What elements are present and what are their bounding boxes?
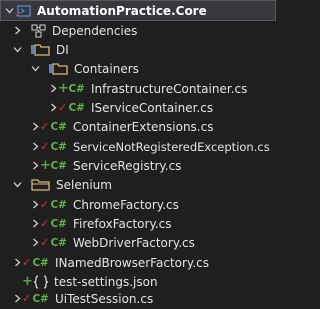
chevron-right-icon[interactable] — [48, 102, 58, 114]
chevron-right-icon[interactable] — [12, 257, 22, 269]
tree-item-folder-di[interactable]: DI — [0, 39, 284, 60]
tree-item-label: WebDriverFactory.cs — [73, 235, 195, 250]
tree-item-file[interactable]: ✓ C# FirefoxFactory.cs — [0, 213, 302, 234]
dependencies-icon — [31, 24, 47, 38]
tree-item-label: IServiceContainer.cs — [91, 100, 214, 115]
csharp-file-icon: C# — [32, 292, 49, 305]
added-icon: + — [40, 157, 51, 173]
tree-item-file[interactable]: + C# ServiceRegistry.cs — [0, 155, 302, 176]
csharp-file-icon: C# — [50, 198, 67, 211]
chevron-down-icon[interactable] — [12, 179, 22, 191]
chevron-right-icon[interactable] — [12, 293, 22, 305]
modified-icon: ✓ — [58, 100, 68, 114]
tree-item-label: ChromeFactory.cs — [73, 197, 179, 212]
tree-item-label: UiTestSession.cs — [55, 291, 154, 306]
modified-icon: ✓ — [40, 119, 50, 133]
chevron-right-icon[interactable] — [30, 160, 40, 172]
chevron-right-icon[interactable] — [30, 218, 40, 230]
chevron-right-icon[interactable] — [48, 83, 58, 95]
modified-icon: ✓ — [22, 255, 32, 269]
tree-item-label: Containers — [74, 61, 139, 76]
csharp-file-icon: C# — [50, 140, 67, 153]
tree-item-file[interactable]: ✓ C# UiTestSession.cs — [0, 288, 284, 309]
chevron-down-icon[interactable] — [30, 63, 40, 75]
tree-item-label: AutomationPractice.Core — [37, 3, 207, 18]
tree-item-label: FirefoxFactory.cs — [73, 216, 172, 231]
csharp-file-icon: C# — [68, 101, 85, 114]
tree-item-label: Dependencies — [52, 23, 138, 38]
csharp-file-icon: C# — [68, 82, 85, 95]
modified-icon: ✓ — [40, 216, 50, 230]
csharp-file-icon: C# — [50, 236, 67, 249]
tree-item-label: INamedBrowserFactory.cs — [55, 255, 209, 270]
tree-item-label: ServiceRegistry.cs — [73, 158, 182, 173]
tree-item-file[interactable]: ✓ C# ChromeFactory.cs — [0, 194, 302, 215]
tree-item-label: InfrastructureContainer.cs — [91, 81, 248, 96]
chevron-right-icon[interactable] — [12, 25, 22, 37]
modified-icon: ✓ — [40, 197, 50, 211]
folder-open-icon — [31, 43, 51, 57]
folder-open-icon — [31, 178, 51, 192]
modified-icon: ✓ — [40, 139, 50, 153]
solution-explorer-tree: AutomationPractice.Core Dependencies DI … — [0, 0, 276, 306]
tree-item-file[interactable]: ✓ C# IServiceContainer.cs — [0, 97, 320, 118]
json-file-icon — [33, 274, 49, 289]
tree-item-label: ContainerExtensions.cs — [73, 119, 214, 134]
chevron-right-icon[interactable] — [30, 141, 40, 153]
tree-item-file[interactable]: + C# InfrastructureContainer.cs — [0, 78, 320, 99]
chevron-down-icon[interactable] — [4, 5, 14, 17]
tree-item-label: DI — [56, 42, 69, 57]
csharp-file-icon: C# — [50, 217, 67, 230]
tree-item-label: Selenium — [56, 177, 112, 192]
tree-item-file[interactable]: ✓ C# WebDriverFactory.cs — [0, 232, 302, 253]
tree-item-label: ServiceNotRegisteredException.cs — [73, 139, 270, 154]
csharp-file-icon: C# — [32, 256, 49, 269]
tree-item-file[interactable]: ✓ C# ContainerExtensions.cs — [0, 116, 302, 137]
chevron-right-icon[interactable] — [30, 121, 40, 133]
tree-item-project[interactable]: AutomationPractice.Core — [0, 0, 276, 21]
tree-item-file[interactable]: ✓ C# INamedBrowserFactory.cs — [0, 252, 284, 273]
folder-open-icon — [49, 62, 69, 76]
tree-item-folder-selenium[interactable]: Selenium — [0, 174, 284, 195]
csharp-file-icon: C# — [50, 120, 67, 133]
csharp-project-icon — [16, 4, 32, 18]
csharp-file-icon: C# — [50, 159, 67, 172]
chevron-right-icon[interactable] — [30, 237, 40, 249]
tree-item-file[interactable]: ✓ C# ServiceNotRegisteredException.cs — [0, 136, 302, 157]
modified-icon: ✓ — [40, 235, 50, 249]
chevron-down-icon[interactable] — [12, 44, 22, 56]
tree-item-folder-containers[interactable]: Containers — [0, 58, 302, 79]
tree-item-label: test-settings.json — [54, 274, 158, 289]
modified-icon: ✓ — [22, 291, 32, 305]
tree-item-dependencies[interactable]: Dependencies — [0, 20, 284, 41]
chevron-right-icon[interactable] — [30, 199, 40, 211]
added-icon: + — [22, 273, 33, 289]
added-icon: + — [58, 80, 69, 96]
